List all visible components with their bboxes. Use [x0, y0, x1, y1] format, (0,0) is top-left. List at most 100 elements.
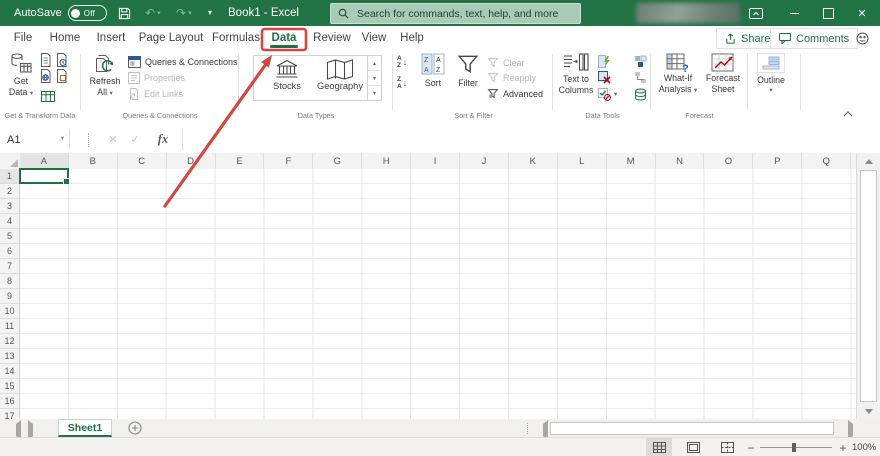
- cells-area[interactable]: [20, 169, 856, 419]
- text-to-columns-button[interactable]: Text to Columns: [556, 53, 596, 97]
- tab-file[interactable]: File: [10, 26, 36, 50]
- column-header-F[interactable]: F: [264, 153, 314, 169]
- what-if-analysis-button[interactable]: ? What-If Analysis ▾: [656, 53, 700, 96]
- zoom-in-button[interactable]: +: [836, 438, 850, 456]
- gallery-up-button[interactable]: ▴: [368, 56, 381, 71]
- column-header-A[interactable]: A: [20, 153, 69, 169]
- previous-sheet-button[interactable]: [12, 420, 21, 440]
- consolidate-button[interactable]: [634, 55, 647, 68]
- fill-handle[interactable]: [63, 178, 70, 185]
- search-bar[interactable]: [330, 3, 581, 24]
- vertical-scrollbar[interactable]: [856, 153, 880, 419]
- name-box[interactable]: A1 ▾: [0, 129, 70, 150]
- dropdown-caret-icon[interactable]: ▾: [614, 91, 617, 99]
- zoom-slider-thumb[interactable]: [792, 443, 796, 452]
- from-table-range-button[interactable]: [41, 90, 55, 103]
- column-header-I[interactable]: I: [411, 153, 461, 169]
- hscroll-left-button[interactable]: [539, 420, 548, 440]
- filter-button[interactable]: Filter: [452, 53, 484, 89]
- gallery-more-button[interactable]: ▾: [368, 86, 381, 100]
- row-header-14[interactable]: 14: [0, 364, 19, 379]
- gallery-down-button[interactable]: ▾: [368, 71, 381, 86]
- column-header-B[interactable]: B: [69, 153, 118, 169]
- tab-help[interactable]: Help: [396, 26, 428, 50]
- column-header-N[interactable]: N: [656, 153, 705, 169]
- column-header-H[interactable]: H: [362, 153, 412, 169]
- comments-button[interactable]: Comments: [770, 28, 859, 49]
- manage-data-model-button[interactable]: [634, 88, 647, 101]
- page-layout-view-button[interactable]: [680, 438, 706, 456]
- from-web-button[interactable]: [39, 69, 52, 83]
- redo-button[interactable]: ↷ ▾: [176, 0, 192, 26]
- relationships-button[interactable]: [634, 71, 647, 84]
- zoom-slider-track[interactable]: [760, 447, 832, 448]
- scroll-up-button[interactable]: [857, 153, 880, 169]
- zoom-out-button[interactable]: −: [744, 438, 758, 456]
- column-header-E[interactable]: E: [216, 153, 265, 169]
- sort-ascending-button[interactable]: AZ ↓: [397, 55, 407, 70]
- column-header-O[interactable]: O: [704, 153, 754, 169]
- sheet-tab-sheet1[interactable]: Sheet1: [58, 419, 112, 437]
- get-data-button[interactable]: Get Data ▾: [4, 52, 38, 99]
- formula-input[interactable]: [182, 129, 880, 150]
- column-header-M[interactable]: M: [607, 153, 656, 169]
- geography-button[interactable]: Geography: [312, 58, 368, 96]
- row-header-7[interactable]: 7: [0, 259, 19, 274]
- next-sheet-button[interactable]: [28, 420, 37, 440]
- collapse-ribbon-button[interactable]: [843, 111, 853, 117]
- column-header-Q[interactable]: Q: [802, 153, 852, 169]
- column-header-K[interactable]: K: [509, 153, 558, 169]
- row-header-6[interactable]: 6: [0, 244, 19, 259]
- forecast-sheet-button[interactable]: Forecast Sheet: [702, 53, 744, 96]
- horizontal-scroll-thumb[interactable]: [550, 422, 834, 435]
- data-validation-button[interactable]: [598, 88, 611, 101]
- autosave-toggle[interactable]: AutoSave Off: [14, 0, 107, 26]
- row-header-12[interactable]: 12: [0, 334, 19, 349]
- insert-function-button[interactable]: fx: [152, 129, 174, 150]
- row-header-11[interactable]: 11: [0, 319, 19, 334]
- row-header-17[interactable]: 17: [0, 409, 19, 419]
- tab-page-layout[interactable]: Page Layout: [138, 26, 204, 50]
- vertical-scroll-thumb[interactable]: [860, 170, 877, 402]
- feedback-button[interactable]: [850, 26, 874, 50]
- row-header-13[interactable]: 13: [0, 349, 19, 364]
- autosave-pill[interactable]: Off: [67, 5, 107, 21]
- customize-quick-access-button[interactable]: ▾: [208, 0, 212, 26]
- tab-view[interactable]: View: [358, 26, 390, 50]
- select-all-corner[interactable]: [0, 153, 21, 170]
- minimize-button[interactable]: [784, 0, 804, 26]
- tab-scroll-splitter[interactable]: [527, 423, 528, 434]
- scroll-down-button[interactable]: [857, 404, 880, 419]
- row-header-9[interactable]: 9: [0, 289, 19, 304]
- hscroll-right-button[interactable]: [848, 420, 857, 440]
- row-header-8[interactable]: 8: [0, 274, 19, 289]
- column-header-D[interactable]: D: [167, 153, 216, 169]
- column-header-L[interactable]: L: [558, 153, 607, 169]
- tab-formulas[interactable]: Formulas: [210, 26, 262, 50]
- row-header-10[interactable]: 10: [0, 304, 19, 319]
- zoom-level[interactable]: 100%: [852, 438, 876, 456]
- tab-insert[interactable]: Insert: [92, 26, 130, 50]
- outline-button[interactable]: Outline ▾: [751, 53, 791, 95]
- save-button[interactable]: [118, 0, 131, 26]
- tab-review[interactable]: Review: [310, 26, 354, 50]
- column-header-C[interactable]: C: [118, 153, 167, 169]
- row-header-16[interactable]: 16: [0, 394, 19, 409]
- tab-data[interactable]: Data: [266, 26, 302, 50]
- stocks-button[interactable]: Stocks: [262, 58, 312, 96]
- queries-connections-button[interactable]: Queries & Connections: [128, 56, 238, 68]
- refresh-all-button[interactable]: Refresh All ▾: [86, 52, 124, 99]
- normal-view-button[interactable]: [646, 438, 672, 456]
- column-header-P[interactable]: P: [753, 153, 803, 169]
- search-input[interactable]: [355, 6, 573, 21]
- remove-duplicates-button[interactable]: [598, 71, 611, 84]
- row-header-15[interactable]: 15: [0, 379, 19, 394]
- undo-button[interactable]: ↶ ▾: [145, 0, 161, 26]
- selected-cell-A1[interactable]: [19, 168, 70, 185]
- add-sheet-button[interactable]: [128, 421, 142, 435]
- maximize-button[interactable]: [818, 0, 838, 26]
- sort-button[interactable]: Z A A Z Sort: [414, 53, 452, 89]
- ribbon-display-options-button[interactable]: [745, 0, 767, 26]
- column-header-G[interactable]: G: [313, 153, 363, 169]
- row-header-1[interactable]: 1: [0, 169, 19, 184]
